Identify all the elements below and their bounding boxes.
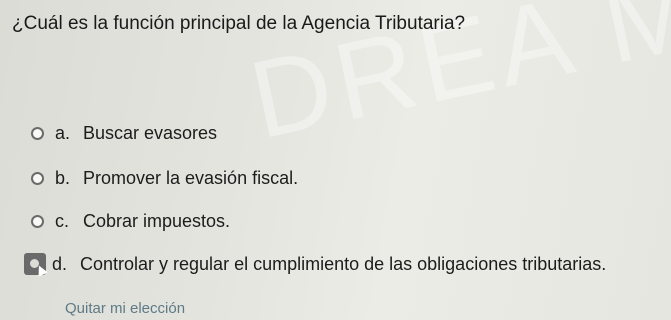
option-letter: c.: [55, 211, 70, 231]
radio-button-icon[interactable]: [31, 172, 44, 185]
option-d[interactable]: d. Controlar y regular el cumplimiento d…: [24, 253, 607, 277]
mouse-pointer-icon: [34, 263, 48, 277]
radio-button-icon[interactable]: [31, 215, 44, 228]
clear-choice-link[interactable]: Quitar mi elección: [65, 300, 185, 317]
option-letter: a.: [55, 123, 71, 143]
question-text: ¿Cuál es la función principal de la Agen…: [12, 13, 466, 34]
option-label: Cobrar impuestos.: [83, 211, 231, 231]
option-b[interactable]: b. Promover la evasión fiscal.: [22, 168, 298, 189]
option-label: Promover la evasión fiscal.: [83, 168, 299, 188]
option-letter: b.: [55, 168, 71, 188]
radio-button-icon[interactable]: [24, 253, 48, 277]
radio-button-icon[interactable]: [31, 127, 44, 140]
option-label: Buscar evasores: [83, 123, 218, 143]
option-label: Controlar y regular el cumplimiento de l…: [80, 253, 607, 274]
option-a[interactable]: a. Buscar evasores: [22, 123, 217, 144]
option-c[interactable]: c. Cobrar impuestos.: [22, 211, 230, 232]
option-letter: d.: [52, 253, 68, 274]
